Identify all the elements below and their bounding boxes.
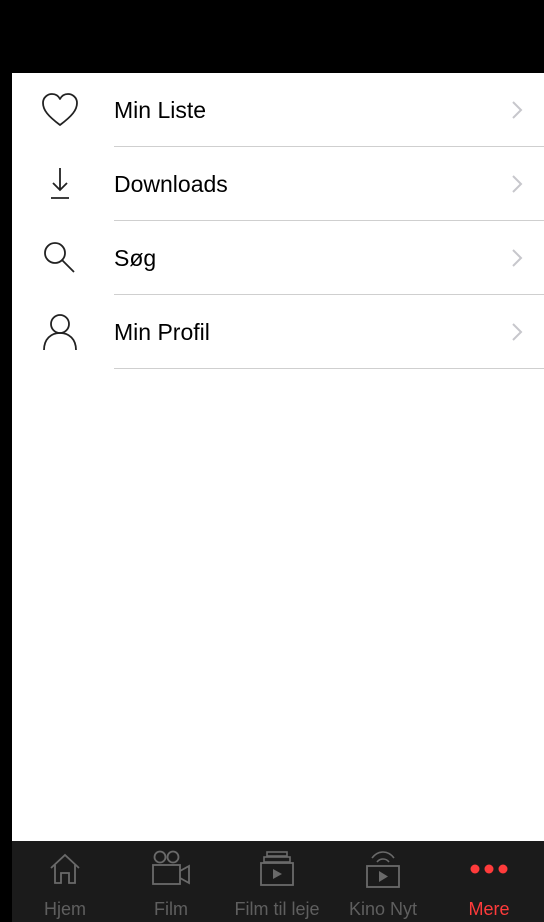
menu-item-downloads[interactable]: Downloads (12, 147, 544, 221)
tab-label: Hjem (43, 899, 86, 919)
tab-hjem[interactable]: Hjem (12, 841, 118, 922)
app-screen: Min Liste Downloads Søg Min Profil Hjem … (12, 8, 544, 922)
tab-mere[interactable]: Mere (436, 841, 542, 922)
more-dots-icon (436, 849, 542, 889)
tab-label: Film (154, 899, 188, 919)
search-icon (40, 239, 80, 277)
film-camera-icon (118, 849, 224, 889)
top-bar (12, 8, 544, 73)
home-icon (12, 849, 118, 889)
chevron-right-icon (510, 100, 524, 120)
download-icon (40, 165, 80, 203)
chevron-right-icon (510, 174, 524, 194)
heart-icon (40, 91, 80, 129)
menu-item-label: Søg (114, 245, 157, 271)
divider (114, 368, 544, 369)
person-icon (40, 313, 80, 351)
cinema-news-icon (330, 849, 436, 889)
tab-film-til-leje[interactable]: Film til leje (224, 841, 330, 922)
tab-kino-nyt[interactable]: Kino Nyt (330, 841, 436, 922)
tab-label: Kino Nyt (348, 899, 418, 919)
menu-item-min-profil[interactable]: Min Profil (12, 295, 544, 369)
menu-item-label: Min Profil (114, 319, 210, 345)
tab-label: Mere (468, 899, 510, 919)
menu-item-soeg[interactable]: Søg (12, 221, 544, 295)
tab-label: Film til leje (234, 899, 320, 919)
menu-item-min-liste[interactable]: Min Liste (12, 73, 544, 147)
menu-item-label: Min Liste (114, 97, 207, 123)
chevron-right-icon (510, 322, 524, 342)
chevron-right-icon (510, 248, 524, 268)
more-menu-list: Min Liste Downloads Søg Min Profil (12, 73, 544, 369)
tab-film[interactable]: Film (118, 841, 224, 922)
rental-film-icon (224, 849, 330, 889)
menu-item-label: Downloads (114, 171, 228, 197)
bottom-tab-bar: Hjem Film Film til leje Kino Nyt Mere (12, 841, 544, 922)
